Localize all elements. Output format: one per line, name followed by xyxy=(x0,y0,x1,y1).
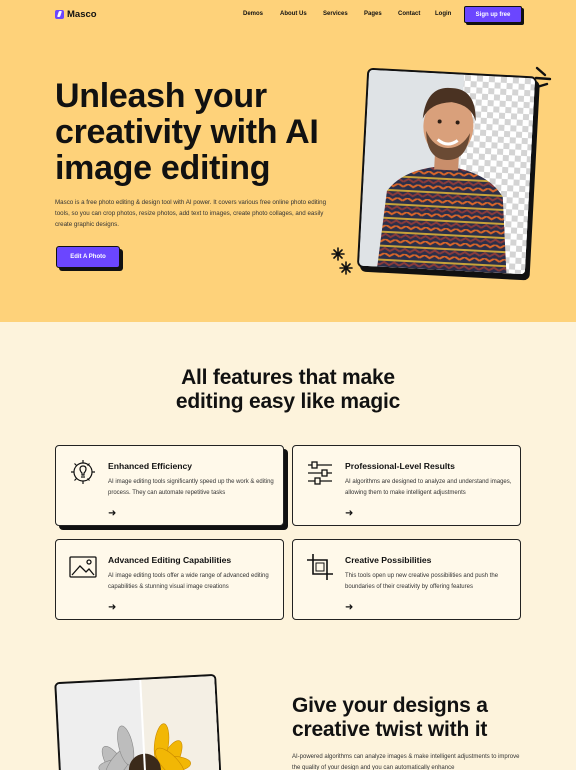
arrow-right-icon[interactable]: ➜ xyxy=(345,602,353,613)
nav-item-contact[interactable]: Contact xyxy=(398,11,435,17)
arrow-right-icon[interactable]: ➜ xyxy=(108,508,116,519)
feature-card-text: This tools open up new creative possibil… xyxy=(345,573,499,590)
signup-button[interactable]: Sign up free xyxy=(464,6,522,23)
nav-item-services[interactable]: Services xyxy=(323,11,364,17)
hero-title-line: Unleash your xyxy=(55,77,267,115)
edit-photo-button[interactable]: Edit A Photo xyxy=(56,246,120,268)
arrow-right-icon[interactable]: ➜ xyxy=(108,602,116,613)
sliders-icon xyxy=(308,461,332,485)
feature-card-title: Creative Possibilities xyxy=(345,555,432,565)
logo-icon xyxy=(55,10,64,19)
hero-title-line: image editing xyxy=(55,149,271,187)
hero-title: Unleash your creativity with AI image ed… xyxy=(55,78,355,186)
sparkle-stars-icon xyxy=(331,247,353,275)
features-title-line: editing easy like magic xyxy=(175,390,401,413)
feature-card-enhanced-efficiency[interactable]: Enhanced Efficiency AI image editing too… xyxy=(55,445,284,526)
sunflower-before-after-image xyxy=(54,673,222,770)
logo-text: Masco xyxy=(67,9,97,20)
sunflower-illustration xyxy=(56,675,222,770)
portrait-illustration xyxy=(358,69,538,277)
feature-card-title: Enhanced Efficiency xyxy=(108,461,193,471)
features-title: All features that make editing easy like… xyxy=(0,366,576,414)
feature-card-creative-possibilities[interactable]: Creative Possibilities This tools open u… xyxy=(292,539,521,620)
features-title-line: All features that make xyxy=(181,366,395,389)
hero-section: Masco Demos About Us Services Pages Cont… xyxy=(0,0,576,322)
lightbulb-gear-icon xyxy=(71,460,95,484)
feature-card-text: AI image editing tools significantly spe… xyxy=(108,479,274,496)
nav-item-about-us[interactable]: About Us xyxy=(280,11,323,17)
twist-title-line: Give your designs a xyxy=(292,694,488,717)
feature-card-professional-results[interactable]: Professional-Level Results AI algorithms… xyxy=(292,445,521,526)
hero-portrait-image xyxy=(356,67,538,277)
feature-card-title: Professional-Level Results xyxy=(345,461,455,471)
twist-title-line: creative twist with it xyxy=(292,718,488,741)
arrow-right-icon[interactable]: ➜ xyxy=(345,508,353,519)
nav-item-demos[interactable]: Demos xyxy=(243,11,280,17)
nav-item-login[interactable]: Login xyxy=(435,11,464,17)
spark-lines-icon xyxy=(534,66,552,89)
hero-description: Masco is a free photo editing & design t… xyxy=(55,199,327,228)
hero-title-line: creativity with AI xyxy=(55,113,319,151)
crop-icon xyxy=(307,554,333,580)
nav-item-pages[interactable]: Pages xyxy=(364,11,398,17)
twist-description: AI-powered algorithms can analyze images… xyxy=(292,754,520,770)
feature-card-text: AI algorithms are designed to analyze an… xyxy=(345,479,512,496)
feature-card-text: AI image editing tools offer a wide rang… xyxy=(108,573,269,590)
feature-card-advanced-editing[interactable]: Advanced Editing Capabilities AI image e… xyxy=(55,539,284,620)
image-icon xyxy=(69,556,97,578)
twist-title: Give your designs a creative twist with … xyxy=(292,694,542,742)
feature-card-title: Advanced Editing Capabilities xyxy=(108,555,232,565)
logo[interactable]: Masco xyxy=(55,9,97,20)
main-nav: Demos About Us Services Pages Contact Lo… xyxy=(243,11,464,17)
